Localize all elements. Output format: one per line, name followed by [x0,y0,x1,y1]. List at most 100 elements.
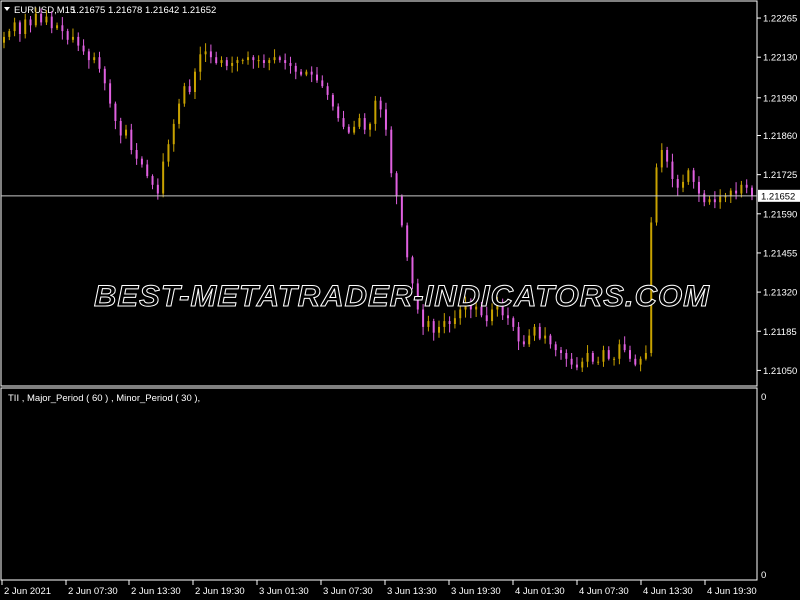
candle-body [278,57,281,61]
candle [406,222,409,261]
candle-body [56,25,59,29]
indicator-scale-top: 0 [761,392,766,403]
candle-body [528,335,531,345]
time-axis: 2 Jun 2021 2 Jun 07:30 2 Jun 13:30 2 Jun 19… [1,580,757,597]
candle-body [125,129,128,136]
candle [655,163,658,226]
price-tick-label: 1.21590 [763,209,797,220]
candle-body [485,315,488,322]
candle-body [45,16,48,23]
candle-body [8,31,11,37]
candle-body [167,144,170,162]
candle-body [220,60,223,63]
price-pane[interactable] [0,0,758,387]
price-tick-label: 1.21455 [763,248,797,259]
candle-body [390,129,393,174]
candle-body [353,126,356,133]
candle-body [374,100,377,124]
price-tick-label: 1.22265 [763,14,797,25]
chart-canvas[interactable]: EURUSD,M15 1.21675 1.21678 1.21642 1.216… [0,0,800,600]
candle-body [98,57,101,69]
candle-body [162,161,165,194]
candle-body [114,103,117,121]
candle-body [570,358,573,365]
time-tick-label: 4 Jun 01:30 [515,586,565,597]
candle-body [639,358,642,365]
candle-body [326,86,329,95]
candle-body [71,36,74,40]
symbol-label: EURUSD,M15 [14,5,75,16]
price-tick-label: 1.21320 [763,288,797,299]
time-tick-label: 3 Jun 07:30 [323,586,373,597]
candle-body [135,150,138,159]
candle-body [188,86,191,92]
candle-body [321,80,324,87]
candle-body [522,341,525,345]
candle-body [384,109,387,130]
candle-body [178,103,181,124]
candle-body [512,318,515,327]
candle-body [146,164,149,177]
candle-body [24,19,27,34]
candle-body [273,57,276,61]
candle-body [119,121,122,136]
candle-body [549,335,552,345]
candle-body [257,60,260,62]
candle-body [369,123,372,130]
candle-body [719,196,722,203]
time-tick-label: 2 Jun 2021 [4,586,51,597]
candle-body [379,100,382,110]
candle-body [347,126,350,133]
candle-body [93,57,96,61]
candle-body [724,196,727,198]
candle-body [77,36,80,46]
candle-body [183,86,186,104]
candle-body [443,321,446,327]
candle-body [427,321,430,327]
candle-body [740,184,743,194]
candle-body [607,350,610,359]
candle-body [103,68,106,84]
candle-body [395,173,398,197]
candle-body [289,63,292,66]
candle-body [29,19,32,26]
watermark: BEST-METATRADER-INDICATORS.COM [94,280,710,313]
candle-body [713,199,716,203]
candle-body [241,60,244,62]
candle-body [697,181,700,194]
time-tick-label: 2 Jun 07:30 [68,586,118,597]
candle-body [623,344,626,351]
time-tick-label: 4 Jun 13:30 [643,586,693,597]
candle-body [300,71,303,75]
candle-body [193,71,196,92]
candle-body [284,60,287,63]
time-tick-label: 4 Jun 07:30 [579,586,629,597]
candle-body [703,193,706,203]
candle-body [682,181,685,188]
price-tick-label: 1.22130 [763,53,797,64]
candle-body [544,335,547,339]
candle-body [560,350,563,353]
time-tick-label: 2 Jun 19:30 [195,586,245,597]
candle-body [199,54,202,72]
candle-body [215,57,218,63]
candle-body [18,22,21,34]
candle-body [363,118,366,130]
candle-body [565,353,568,359]
candle-body [294,65,297,72]
candle-body [554,344,557,351]
candle-body [130,129,133,150]
price-tick-label: 1.21185 [763,327,797,338]
candle-body [268,60,271,63]
candle-body [305,71,308,75]
candle-body [708,199,711,203]
candle-body [204,51,207,55]
candle [183,82,186,107]
time-tick-label: 3 Jun 19:30 [451,586,501,597]
candle-body [538,326,541,339]
indicator-pane[interactable] [0,387,758,581]
indicator-scale-bottom: 0 [761,570,766,581]
candle-body [140,158,143,165]
candle-body [581,361,584,368]
time-tick-label: 2 Jun 13:30 [131,586,181,597]
